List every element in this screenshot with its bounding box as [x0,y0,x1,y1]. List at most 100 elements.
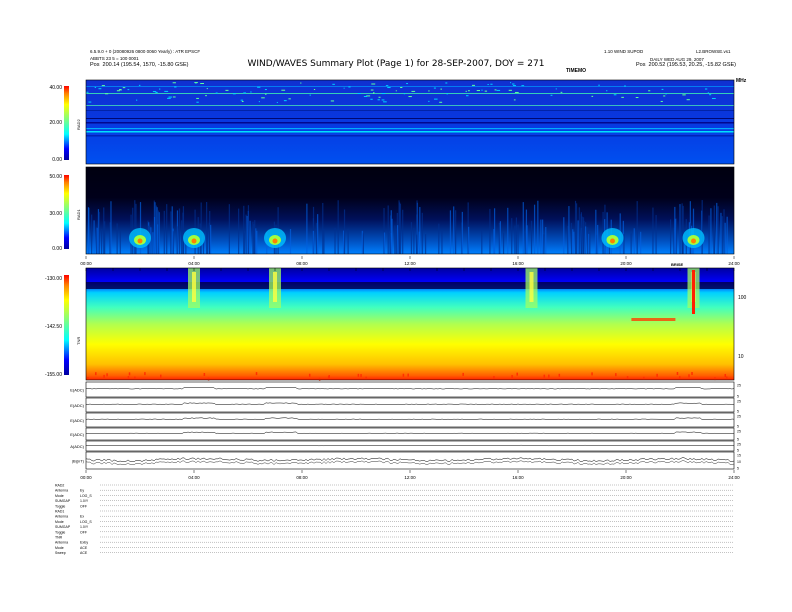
rad2-noise-mark [665,93,667,95]
trace-right-tick: 5 [737,449,739,453]
time-tick-label: 08:00 [296,261,308,266]
rad2-band-line [86,110,734,111]
rad2-noise-mark [648,90,651,92]
rad2-noise-mark [704,88,708,90]
rad2-noise-mark [471,84,476,86]
rad1-streak [402,209,404,254]
rad2-noise-mark [261,97,265,99]
rad1-streak [563,217,565,254]
rad2-band-line [86,122,734,124]
rad1-streak [716,202,718,254]
tnr-label: TNR [76,337,81,345]
rad1-streak [312,230,315,254]
trace-label: E(ADC) [70,418,84,423]
rad2-noise-mark [86,91,89,93]
rad1-streak [517,224,519,254]
tnr-bottom-mark [615,373,617,377]
rad2-noise-mark [205,95,207,97]
rad1-streak [289,229,292,254]
tnr-bottom-mark [656,373,658,377]
tnr-bottom-mark [493,376,495,380]
trace-frame [85,427,735,441]
tnr-bottom-mark [558,373,561,377]
tnr-bottom-mark [402,373,405,377]
time-tick-label: 16:00 [512,475,524,480]
tnr-burst-core [192,272,196,302]
rad2-noise-mark [400,87,403,89]
footer-row-value: Ey [80,489,84,493]
rad2-noise-mark [440,88,442,90]
rad2-noise-mark [264,89,267,91]
rad2-noise-mark [550,94,553,96]
rad1-streak [438,223,440,254]
tnr-burst-core [273,272,277,302]
rad2-noise-mark [370,98,373,100]
rad1-streak [395,228,397,254]
rad1-streak [101,229,103,254]
rad1-hotspot-core [272,238,278,244]
rad1-streak [362,233,364,254]
rad1-streak [570,222,573,254]
rad2-noise-mark [395,90,397,92]
footer-row-key: SUMGAP [55,525,71,529]
tnr-bottom-mark [688,374,690,378]
time-axis-mid: 00:00 04:00 08:00 12:00 16:00 20:00 24:00 [80,256,740,266]
rad2-colorbar [64,86,69,160]
tnr-bottom-mark [360,374,362,378]
tnr-bottom-mark [516,372,518,376]
rad2-noise-mark [467,90,470,92]
trace-frame [85,397,735,413]
rad1-streak [726,216,728,254]
rad2-noise-mark [94,86,97,88]
rad2-tick-top: 40.00 [49,85,62,91]
trace-label: |B|(nT) [72,459,85,464]
time-tick-label: 12:00 [404,475,416,480]
rad1-streak [721,216,723,254]
rad2-noise-mark [377,99,380,101]
footer-row-value: ACE [80,546,88,550]
rad1-streak [323,229,325,254]
footer-row-key: Antenna [55,541,68,545]
rad1-streak [636,201,638,254]
rad1-streak [568,206,570,254]
trace-right-tick: 25 [737,400,741,404]
rad1-streak [679,206,681,254]
trace-right-tick: 5 [737,395,739,399]
rad2-noise-mark [138,84,141,86]
rad1-streak [206,202,208,254]
rad1-streak [245,214,247,254]
rad2-noise-mark [686,99,690,101]
rad2-noise-mark [243,92,246,94]
rad2-band-line [86,135,734,137]
trace-right-tick: 5 [737,467,739,471]
rad2-noise-mark [709,94,712,96]
rad2-noise-mark [371,83,376,85]
rad2-noise-mark [591,95,594,97]
tnr-bottom-mark [548,374,550,378]
rad1-streak [502,232,505,254]
rad1-streak [468,226,470,254]
rad1-streak [522,202,524,254]
rad2-noise-mark [514,91,519,93]
rad2-noise-mark [281,89,286,91]
rad2-noise-mark [707,92,709,94]
time-axis-bottom: 00:00 04:00 08:00 12:00 16:00 20:00 24:00 [80,470,740,480]
rad2-noise-mark [623,85,627,87]
tnr-bottom-mark [543,374,546,378]
rad1-streak [507,207,509,254]
tnr-bottom-mark [144,372,146,376]
rad2-band-line [86,118,734,119]
tnr-red-spike [692,270,695,314]
tnr-bottom-mark [127,376,130,380]
tnr-bottom-mark [103,374,105,378]
tnr-bottom-mark [676,372,679,376]
tnr-right-tick-10: 10 [738,354,744,360]
rad1-streak [489,208,491,254]
rad1-streak [669,219,672,254]
footer-row-key: Mode [55,494,64,498]
rad1-streak [723,209,725,254]
rad2-noise-mark [343,87,345,89]
rad2-noise-mark [598,84,600,86]
footer-row-key: RAD1 [55,510,64,514]
rad1-streak [455,210,457,254]
